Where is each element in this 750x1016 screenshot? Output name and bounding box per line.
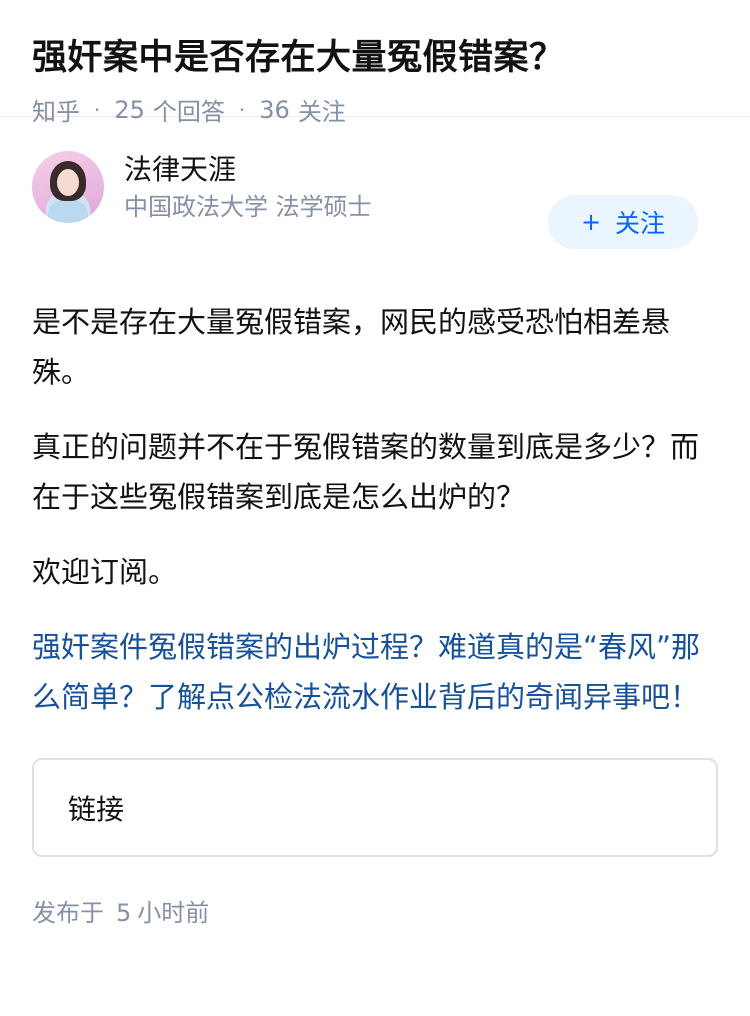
answer-paragraph: 是不是存在大量冤假错案，网民的感受恐怕相差悬殊。	[32, 305, 671, 389]
follow-button[interactable]: + 关注	[548, 195, 698, 249]
published-count: 5	[116, 899, 132, 927]
follow-button-label: 关注	[615, 209, 666, 238]
link-card-label: 链接	[68, 792, 125, 826]
promo-link[interactable]: 强奸案件冤假错案的出炉过程？难道真的是“春风”那么简单？了解点公检法流水作业背后…	[32, 630, 700, 714]
plus-icon: +	[580, 208, 602, 236]
published-time: 发布于 5 小时前	[0, 893, 750, 928]
avatar-body-shape	[48, 199, 88, 223]
published-unit: 小时前	[137, 899, 210, 927]
author-name[interactable]: 法律天涯	[124, 151, 236, 189]
link-card[interactable]: 链接	[32, 758, 718, 857]
question-header: 强奸案中是否存在大量冤假错案？ 知乎 · 25 个回答 · 36 关注	[0, 0, 750, 126]
avatar-face-shape	[57, 169, 79, 196]
answer-paragraph: 欢迎订阅。	[32, 555, 178, 589]
published-prefix: 发布于	[32, 899, 104, 927]
author-description: 中国政法大学 法学硕士	[124, 193, 372, 221]
answer-content: 是不是存在大量冤假错案，网民的感受恐怕相差悬殊。 真正的问题并不在于冤假错案的数…	[0, 297, 750, 722]
avatar[interactable]	[32, 151, 104, 223]
question-title[interactable]: 强奸案中是否存在大量冤假错案？	[32, 34, 718, 82]
promo-paragraph: 强奸案件冤假错案的出炉过程？难道真的是“春风”那么简单？了解点公检法流水作业背后…	[32, 622, 718, 722]
answer-paragraph: 真正的问题并不在于冤假错案的数量到底是多少？而在于这些冤假错案到底是怎么出炉的？	[32, 430, 700, 514]
